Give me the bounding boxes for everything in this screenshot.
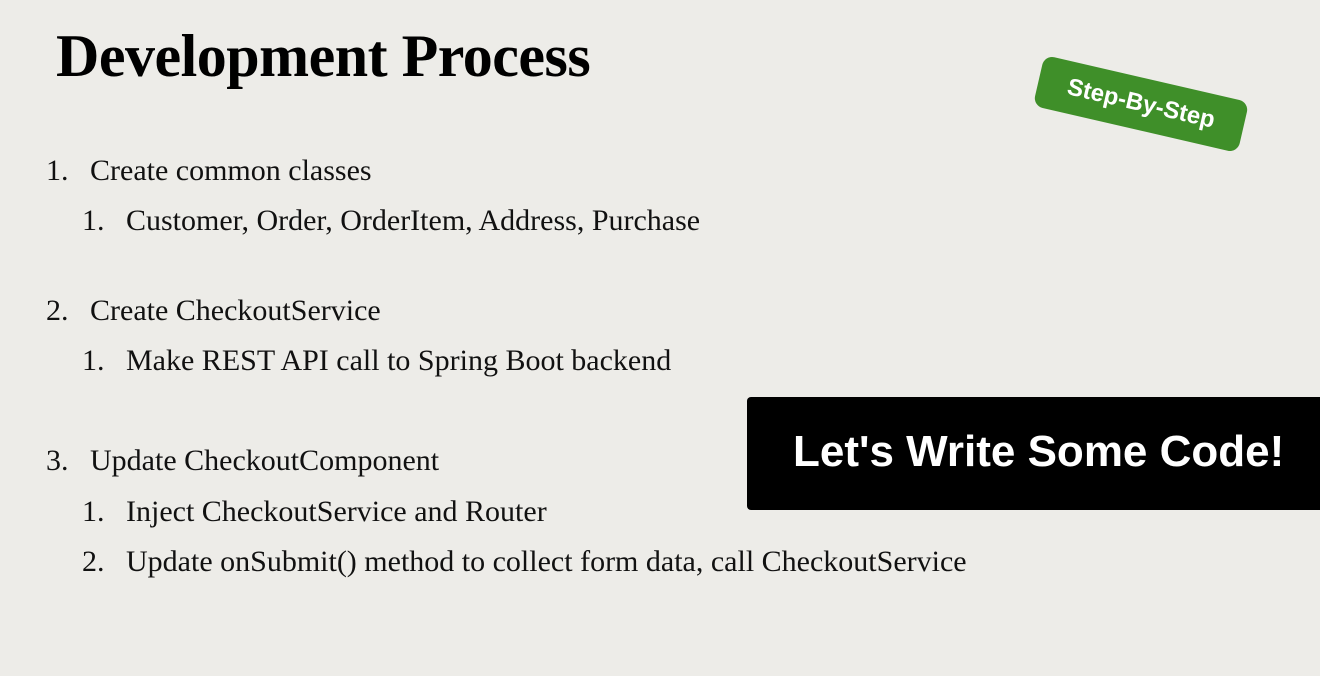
step-by-step-badge: Step-By-Step <box>1032 55 1250 153</box>
list-item-label: Customer, Order, OrderItem, Address, Pur… <box>126 204 701 237</box>
list-item-label: Make REST API call to Spring Boot backen… <box>126 344 672 377</box>
list-item-label: Create CheckoutService <box>90 294 381 327</box>
badge-label: Step-By-Step <box>1064 73 1218 134</box>
list-number: 1. <box>82 204 105 237</box>
list-subitem-step-3-2: 2. Update onSubmit() method to collect fo… <box>82 547 967 577</box>
list-subitem-step-3-1: 1. Inject CheckoutService and Router <box>82 497 547 527</box>
list-subitem-step-2-1: 1. Make REST API call to Spring Boot back… <box>82 346 671 376</box>
slide-title: Development Process <box>56 23 591 89</box>
code-banner: Let's Write Some Code! <box>747 397 1320 510</box>
list-item-label: Create common classes <box>90 154 372 187</box>
list-number: 1. <box>82 344 105 377</box>
list-item-label: Update onSubmit() method to collect form… <box>126 545 967 578</box>
banner-label: Let's Write Some Code! <box>793 427 1285 476</box>
list-item-step-1: 1. Create common classes <box>46 156 372 186</box>
list-item-label: Update CheckoutComponent <box>90 444 440 477</box>
list-number: 3. <box>46 444 69 477</box>
list-subitem-step-1-1: 1. Customer, Order, OrderItem, Address, P… <box>82 206 700 236</box>
list-item-step-2: 2. Create CheckoutService <box>46 296 381 326</box>
list-item-label: Inject CheckoutService and Router <box>126 495 547 528</box>
list-number: 1. <box>46 154 69 187</box>
list-number: 1. <box>82 495 105 528</box>
list-number: 2. <box>46 294 69 327</box>
list-number: 2. <box>82 545 105 578</box>
list-item-step-3: 3. Update CheckoutComponent <box>46 446 439 476</box>
